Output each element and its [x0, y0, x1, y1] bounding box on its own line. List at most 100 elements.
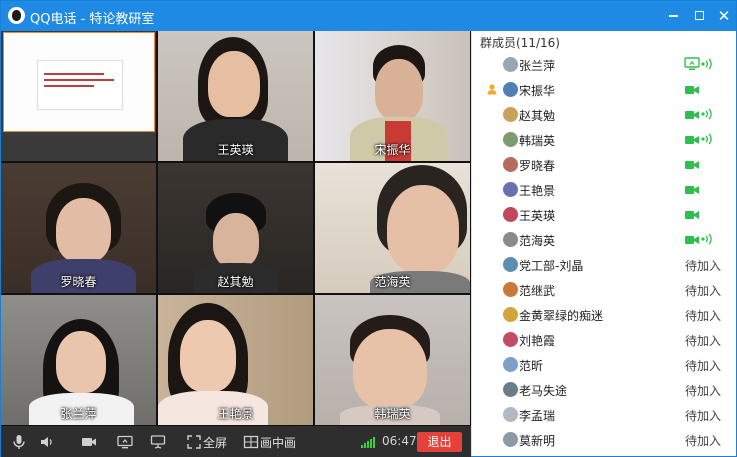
- member-avatar: [503, 357, 518, 372]
- video-tile[interactable]: 宋振华: [315, 31, 470, 161]
- member-row[interactable]: 罗晓春: [472, 153, 737, 178]
- presentation-icon: [150, 435, 166, 449]
- microphone-button[interactable]: [11, 434, 27, 450]
- fullscreen-button[interactable]: 全屏: [203, 434, 227, 451]
- member-name: 李孟瑞: [519, 409, 556, 423]
- member-avatar: [503, 432, 518, 447]
- call-toolbar: 全屏 画中画 06:47 退出: [1, 426, 471, 457]
- shared-slide-preview: [3, 32, 155, 132]
- speaking-icon: [701, 232, 713, 246]
- member-avatar: [503, 57, 518, 72]
- member-row[interactable]: 金黄翠绿的痴迷 待加入: [472, 303, 737, 328]
- member-status: 待加入: [685, 309, 722, 323]
- video-tile[interactable]: 赵其勉: [158, 163, 313, 293]
- camera-on-icon: [685, 234, 699, 244]
- camera-on-icon: [685, 184, 699, 194]
- participant-name: 罗晓春: [60, 275, 97, 289]
- member-avatar: [503, 282, 518, 297]
- speaker-button[interactable]: [39, 434, 55, 450]
- member-row[interactable]: 范海英: [472, 228, 737, 253]
- picture-in-picture-button[interactable]: 画中画: [260, 434, 296, 451]
- video-tile[interactable]: 罗晓春: [1, 163, 156, 293]
- slide-thumbnail: [38, 61, 122, 109]
- speaking-icon: [701, 107, 713, 121]
- members-panel: 群成员(11/16) 张兰萍 宋振华 赵其勉 韩瑞英 罗晓春 王艳景 王英瑛 范海英 党工部-刘…: [471, 31, 736, 456]
- video-tile[interactable]: 王英瑛: [158, 31, 313, 161]
- member-status: 待加入: [685, 359, 722, 373]
- member-row[interactable]: 李孟瑞 待加入: [472, 403, 737, 428]
- member-row[interactable]: 宋振华: [472, 78, 737, 103]
- member-status: 待加入: [685, 284, 722, 298]
- member-name: 范海英: [519, 234, 556, 248]
- fullscreen-icon[interactable]: [186, 434, 202, 450]
- member-name: 莫新明: [519, 434, 556, 448]
- member-row[interactable]: 王艳景: [472, 178, 737, 203]
- screen-share-button[interactable]: [117, 434, 133, 450]
- speaker-icon: [41, 437, 52, 447]
- member-row[interactable]: 范继武 待加入: [472, 278, 737, 303]
- member-name: 老马失途: [519, 384, 568, 398]
- camera-on-icon: [685, 109, 699, 119]
- member-status: 待加入: [685, 409, 722, 423]
- member-status: 待加入: [685, 384, 722, 398]
- video-tile[interactable]: 王艳景: [158, 295, 313, 425]
- member-avatar: [503, 382, 518, 397]
- speaking-icon: [701, 132, 713, 146]
- title-bar: QQ电话 - 特论教研室 ✕: [1, 1, 736, 31]
- member-name: 范昕: [519, 359, 544, 373]
- maximize-button[interactable]: [687, 5, 711, 27]
- member-avatar: [503, 307, 518, 322]
- member-avatar: [503, 132, 518, 147]
- video-tile[interactable]: 范海英: [315, 163, 470, 293]
- close-button[interactable]: ✕: [712, 5, 736, 27]
- participant-name: 韩瑞英: [374, 407, 411, 421]
- camera-button[interactable]: [81, 434, 97, 450]
- member-avatar: [503, 82, 518, 97]
- video-tile[interactable]: 韩瑞英: [315, 295, 470, 425]
- member-row[interactable]: 莫新明 待加入: [472, 428, 737, 453]
- member-row[interactable]: 党工部-刘晶 待加入: [472, 253, 737, 278]
- participant-name: 王英瑛: [217, 143, 254, 157]
- screen-share-icon: [117, 435, 133, 449]
- presentation-button[interactable]: [150, 434, 166, 450]
- picture-in-picture-icon[interactable]: [243, 434, 259, 450]
- member-name: 范继武: [519, 284, 556, 298]
- video-grid: 王英瑛 宋振华 罗晓春 赵其勉 范海英 张兰萍 王艳景 韩瑞英: [1, 31, 471, 426]
- video-tile-screen-share[interactable]: [1, 31, 156, 161]
- camera-on-icon: [685, 159, 699, 169]
- member-name: 刘艳霞: [519, 334, 556, 348]
- camera-on-icon: [685, 84, 699, 94]
- member-row[interactable]: 刘艳霞 待加入: [472, 328, 737, 353]
- member-name: 赵其勉: [519, 109, 556, 123]
- member-row[interactable]: 王英瑛: [472, 203, 737, 228]
- member-avatar: [503, 157, 518, 172]
- member-row[interactable]: 范昕 待加入: [472, 353, 737, 378]
- microphone-icon: [13, 435, 25, 449]
- qq-call-window: QQ电话 - 特论教研室 ✕ 王英瑛 宋振华 罗晓春 赵其勉 范海英 张兰萍 王…: [0, 0, 737, 457]
- member-status: 待加入: [685, 434, 722, 448]
- participant-name: 张兰萍: [60, 407, 97, 421]
- member-name: 王英瑛: [519, 209, 556, 223]
- member-name: 金黄翠绿的痴迷: [519, 309, 604, 323]
- video-tile[interactable]: 张兰萍: [1, 295, 156, 425]
- minimize-button[interactable]: [661, 5, 685, 27]
- participant-name: 王艳景: [217, 407, 254, 421]
- member-status: 待加入: [685, 334, 722, 348]
- member-avatar: [503, 407, 518, 422]
- member-avatar: [503, 207, 518, 222]
- member-avatar: [503, 107, 518, 122]
- member-name: 王艳景: [519, 184, 556, 198]
- member-row[interactable]: 张兰萍: [472, 53, 737, 78]
- screen-share-active-icon: [684, 57, 700, 71]
- participant-name: 宋振华: [374, 143, 411, 157]
- window-title: QQ电话 - 特论教研室: [30, 12, 155, 27]
- member-avatar: [503, 257, 518, 272]
- camera-on-icon: [685, 134, 699, 144]
- minimize-icon: [668, 14, 678, 17]
- call-timer: 06:47: [382, 434, 417, 448]
- exit-call-button[interactable]: 退出: [417, 432, 462, 452]
- member-row[interactable]: 韩瑞英: [472, 128, 737, 153]
- member-avatar: [503, 332, 518, 347]
- member-row[interactable]: 老马失途 待加入: [472, 378, 737, 403]
- member-row[interactable]: 赵其勉: [472, 103, 737, 128]
